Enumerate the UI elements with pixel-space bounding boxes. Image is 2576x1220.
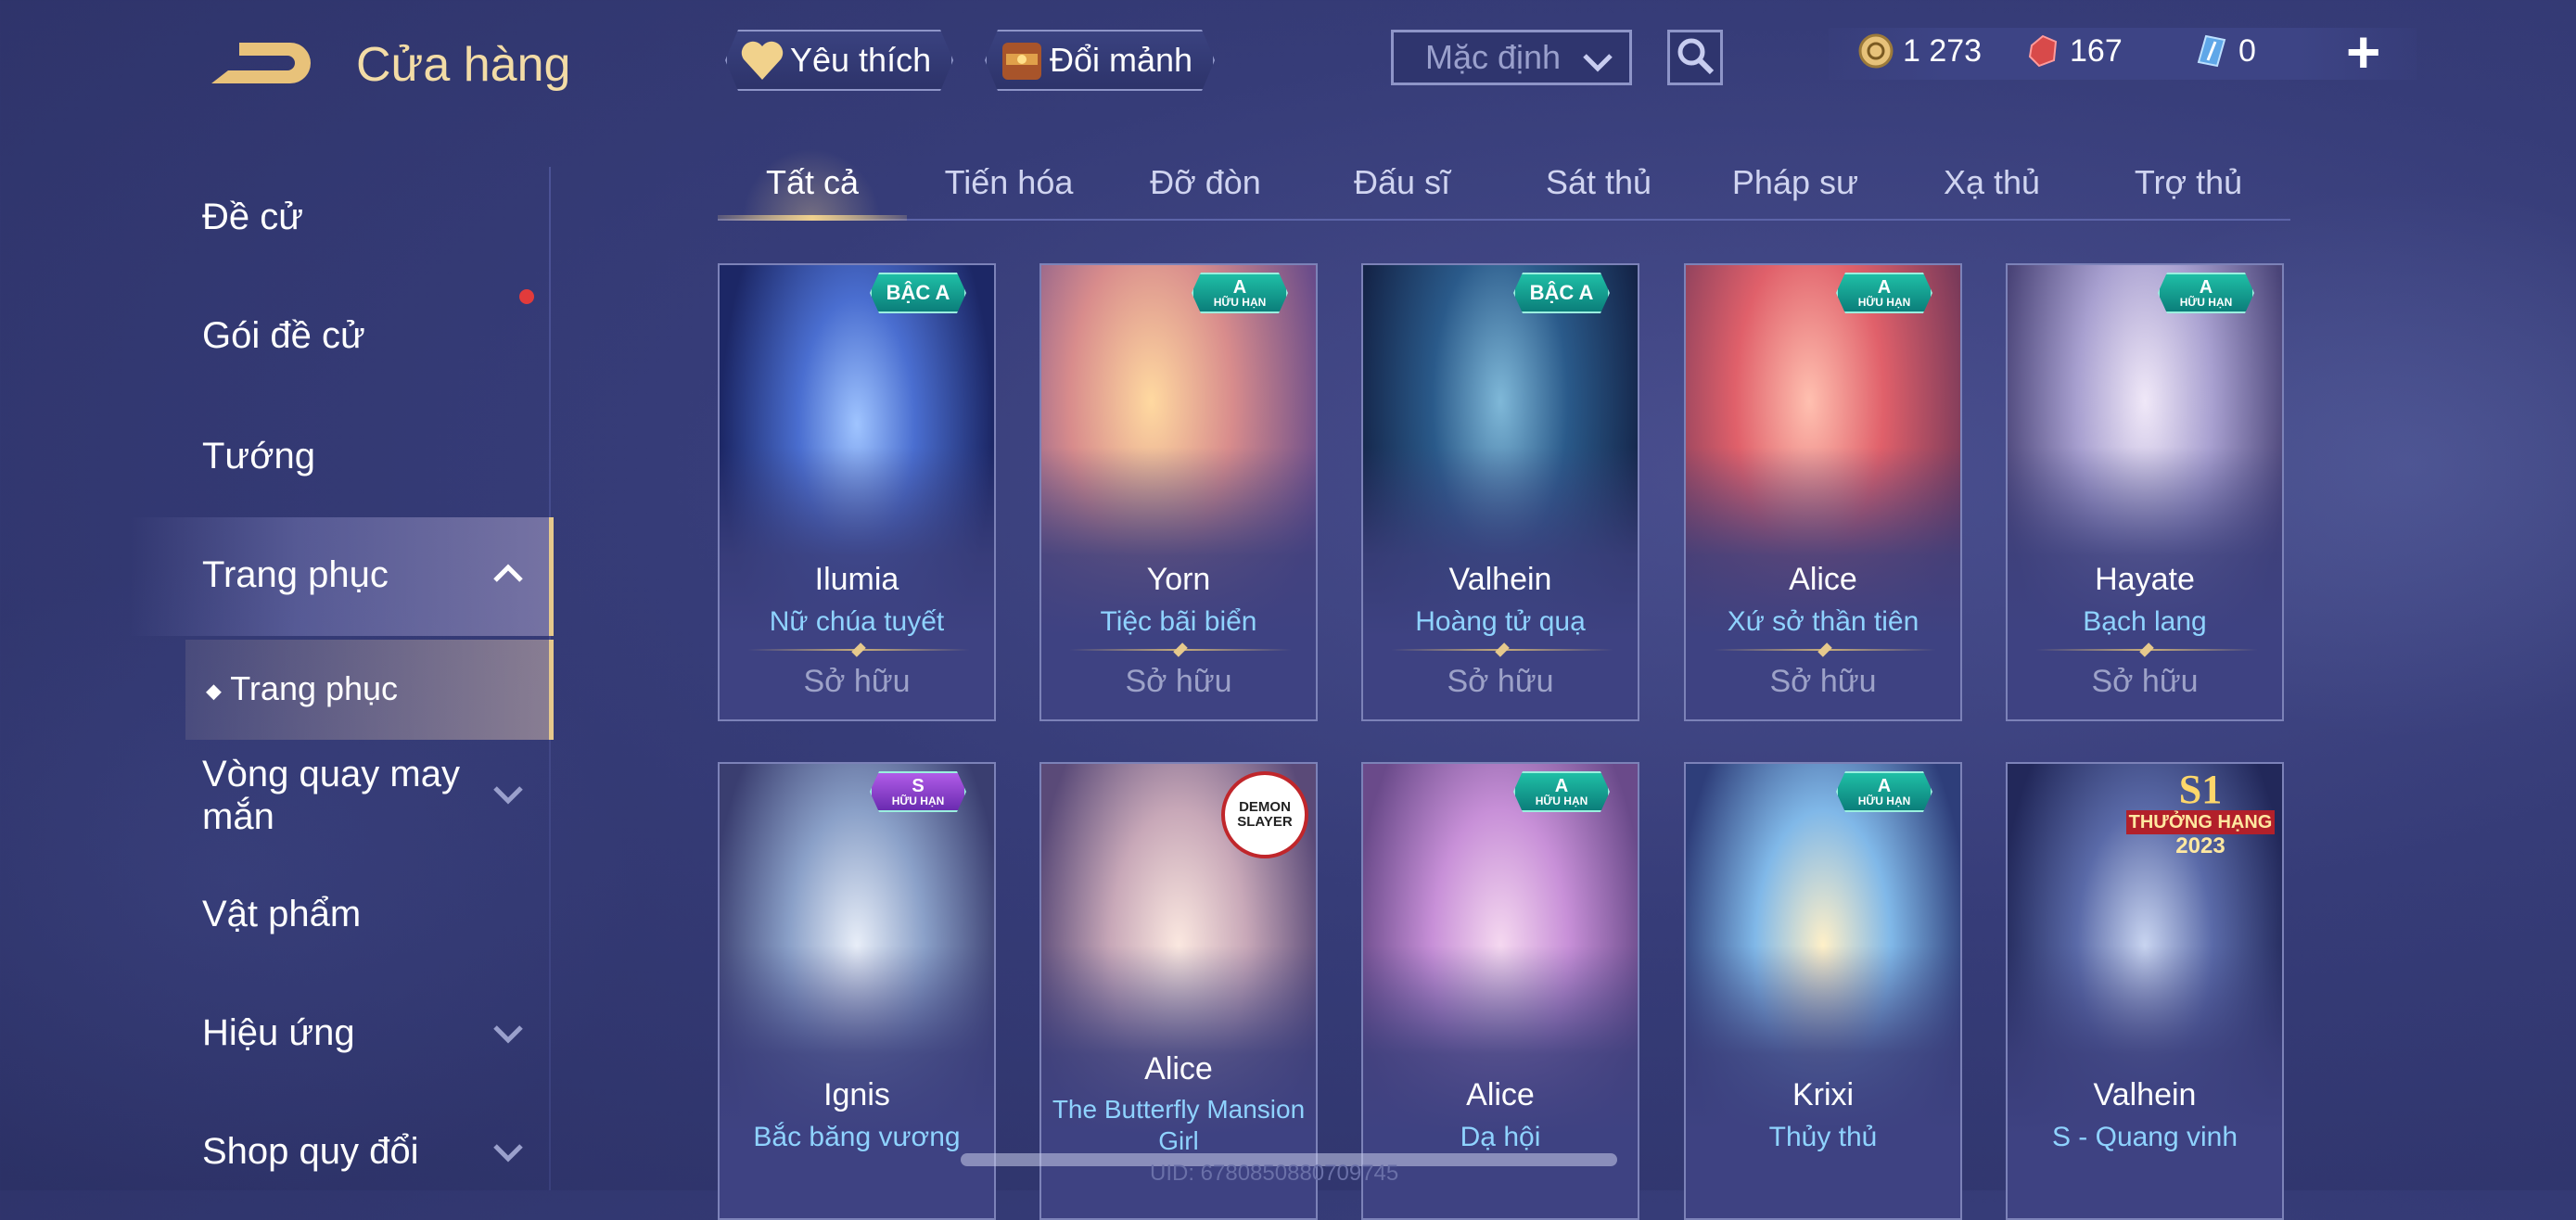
tier-badge: S HỮU HẠN: [870, 771, 966, 812]
sort-dropdown[interactable]: Mặc định: [1391, 30, 1632, 85]
skin-name: Bạch lang: [2083, 606, 2207, 637]
skin-name: Bắc băng vương: [753, 1122, 961, 1152]
owned-status: Sở hữu: [1447, 664, 1554, 699]
sidebar-item-lucky-spin[interactable]: Vòng quay may mắn: [202, 753, 499, 838]
sidebar-item-featured-packs[interactable]: Gói đề cử: [202, 315, 365, 357]
hero-name: Yorn: [1146, 562, 1211, 597]
tier-badge: BẬC A: [870, 273, 966, 313]
favorite-label: Yêu thích: [790, 41, 932, 79]
tab-marksman[interactable]: Xạ thủ: [1899, 163, 2085, 202]
tier-badge: A HỮU HẠN: [2158, 273, 2254, 313]
tab-assassin[interactable]: Sát thủ: [1506, 163, 1691, 202]
active-tab-underline: [718, 215, 907, 221]
tier-badge: A HỮU HẠN: [1836, 771, 1932, 812]
skin-card[interactable]: A HỮU HẠN Krixi Thủy thủ: [1684, 762, 1962, 1220]
skin-card[interactable]: S HỮU HẠN Ignis Bắc băng vương: [718, 762, 996, 1220]
skin-card[interactable]: A HỮU HẠN Alice Dạ hội: [1361, 762, 1639, 1220]
skin-name: The Butterfly Mansion Girl: [1052, 1095, 1306, 1155]
back-button[interactable]: [202, 33, 312, 98]
chevron-up-icon: [490, 560, 527, 592]
skin-name: Dạ hội: [1460, 1122, 1541, 1152]
heart-icon: [738, 36, 786, 84]
crystal-currency: 0: [2192, 32, 2256, 70]
skin-name: Hoàng tử quạ: [1415, 606, 1586, 637]
hero-name: Valhein: [2093, 1077, 2197, 1112]
blue-crystal-icon: [2192, 32, 2231, 70]
skin-card[interactable]: BẬC A Ilumia Nữ chúa tuyết Sở hữu: [718, 263, 996, 721]
tab-all[interactable]: Tất cả: [720, 163, 905, 202]
skin-name: S - Quang vinh: [2051, 1122, 2238, 1152]
chevron-down-icon: [1581, 45, 1614, 84]
gold-currency: 1 273: [1856, 32, 1982, 70]
diamond-bullet-icon: ◆: [206, 679, 222, 703]
tier-badge: A HỮU HẠN: [1836, 273, 1932, 313]
hero-name: Alice: [1466, 1077, 1535, 1112]
sidebar-item-items[interactable]: Vật phẩm: [202, 894, 361, 935]
tier-badge: A HỮU HẠN: [1513, 771, 1610, 812]
treasure-chest-icon: [998, 36, 1046, 84]
hero-name: Alice: [1144, 1051, 1213, 1087]
tier-badge: BẬC A: [1513, 273, 1610, 313]
skin-card[interactable]: DEMON SLAYER Alice The Butterfly Mansion…: [1039, 762, 1318, 1220]
favorite-button[interactable]: Yêu thích: [725, 30, 953, 91]
add-currency-button[interactable]: +: [2346, 22, 2380, 82]
rank-reward-badge: S1 THƯỞNG HẠNG 2023: [2126, 769, 2275, 862]
skin-card[interactable]: A HỮU HẠN Yorn Tiệc bãi biển Sở hữu: [1039, 263, 1318, 721]
sidebar-item-heroes[interactable]: Tướng: [202, 436, 315, 477]
skin-name: Thủy thủ: [1768, 1122, 1878, 1152]
exchange-shards-button[interactable]: Đổi mảnh: [985, 30, 1215, 91]
skin-name: Xứ sở thần tiên: [1727, 606, 1919, 637]
skin-card[interactable]: A HỮU HẠN Hayate Bạch lang Sở hữu: [2006, 263, 2284, 721]
sidebar-item-skins[interactable]: Trang phục: [202, 554, 389, 596]
chevron-down-icon: [490, 1020, 527, 1052]
sidebar-subitem-skins[interactable]: ◆ Trang phục: [206, 669, 398, 708]
hero-name: Valhein: [1448, 562, 1552, 597]
tab-evolution[interactable]: Tiến hóa: [916, 163, 1102, 202]
sort-value: Mặc định: [1425, 38, 1562, 76]
skin-name: Tiệc bãi biển: [1100, 606, 1257, 637]
owned-status: Sở hữu: [2091, 664, 2199, 699]
gem-currency: 167: [2023, 32, 2123, 70]
gold-amount: 1 273: [1903, 32, 1983, 69]
gem-amount: 167: [2070, 32, 2123, 69]
back-arrow-icon: [211, 43, 311, 83]
sidebar-item-effects[interactable]: Hiệu ứng: [202, 1012, 355, 1054]
tab-tank[interactable]: Đỡ đòn: [1113, 163, 1298, 202]
hero-name: Ignis: [823, 1077, 890, 1112]
owned-status: Sở hữu: [1125, 664, 1232, 699]
exchange-shards-label: Đổi mảnh: [1050, 41, 1193, 79]
skin-card[interactable]: BẬC A Valhein Hoàng tử quạ Sở hữu: [1361, 263, 1639, 721]
tier-badge: A HỮU HẠN: [1192, 273, 1288, 313]
skin-card[interactable]: A HỮU HẠN Alice Xứ sở thần tiên Sở hữu: [1684, 263, 1962, 721]
search-button[interactable]: [1667, 30, 1723, 85]
sidebar-item-featured[interactable]: Đề cử: [202, 197, 303, 238]
chevron-down-icon: [490, 781, 527, 813]
skin-card[interactable]: S1 THƯỞNG HẠNG 2023 Valhein S - Quang vi…: [2006, 762, 2284, 1220]
tab-support[interactable]: Trợ thủ: [2096, 163, 2281, 202]
sidebar-item-exchange-shop[interactable]: Shop quy đổi: [202, 1131, 419, 1173]
notification-dot: [519, 289, 534, 304]
search-icon: [1675, 35, 1715, 81]
hero-name: Hayate: [2095, 562, 2195, 597]
chevron-down-icon: [490, 1138, 527, 1171]
tab-fighter[interactable]: Đấu sĩ: [1309, 163, 1495, 202]
red-gem-icon: [2023, 32, 2062, 70]
owned-status: Sở hữu: [803, 664, 911, 699]
demon-slayer-logo: DEMON SLAYER: [1221, 771, 1308, 858]
page-title: Cửa hàng: [356, 38, 571, 92]
tab-mage[interactable]: Pháp sư: [1702, 163, 1888, 202]
tabs-divider: [718, 219, 2290, 221]
sidebar-subitem-label: Trang phục: [230, 669, 399, 707]
gold-coin-icon: [1856, 32, 1895, 70]
skin-name: Nữ chúa tuyết: [769, 606, 945, 637]
crystal-amount: 0: [2238, 32, 2256, 69]
hero-name: Krixi: [1792, 1077, 1855, 1112]
hero-name: Alice: [1789, 562, 1857, 597]
hero-name: Ilumia: [814, 562, 899, 597]
user-id-label: UID: 6780850880709745: [1150, 1161, 1399, 1186]
owned-status: Sở hữu: [1769, 664, 1877, 699]
